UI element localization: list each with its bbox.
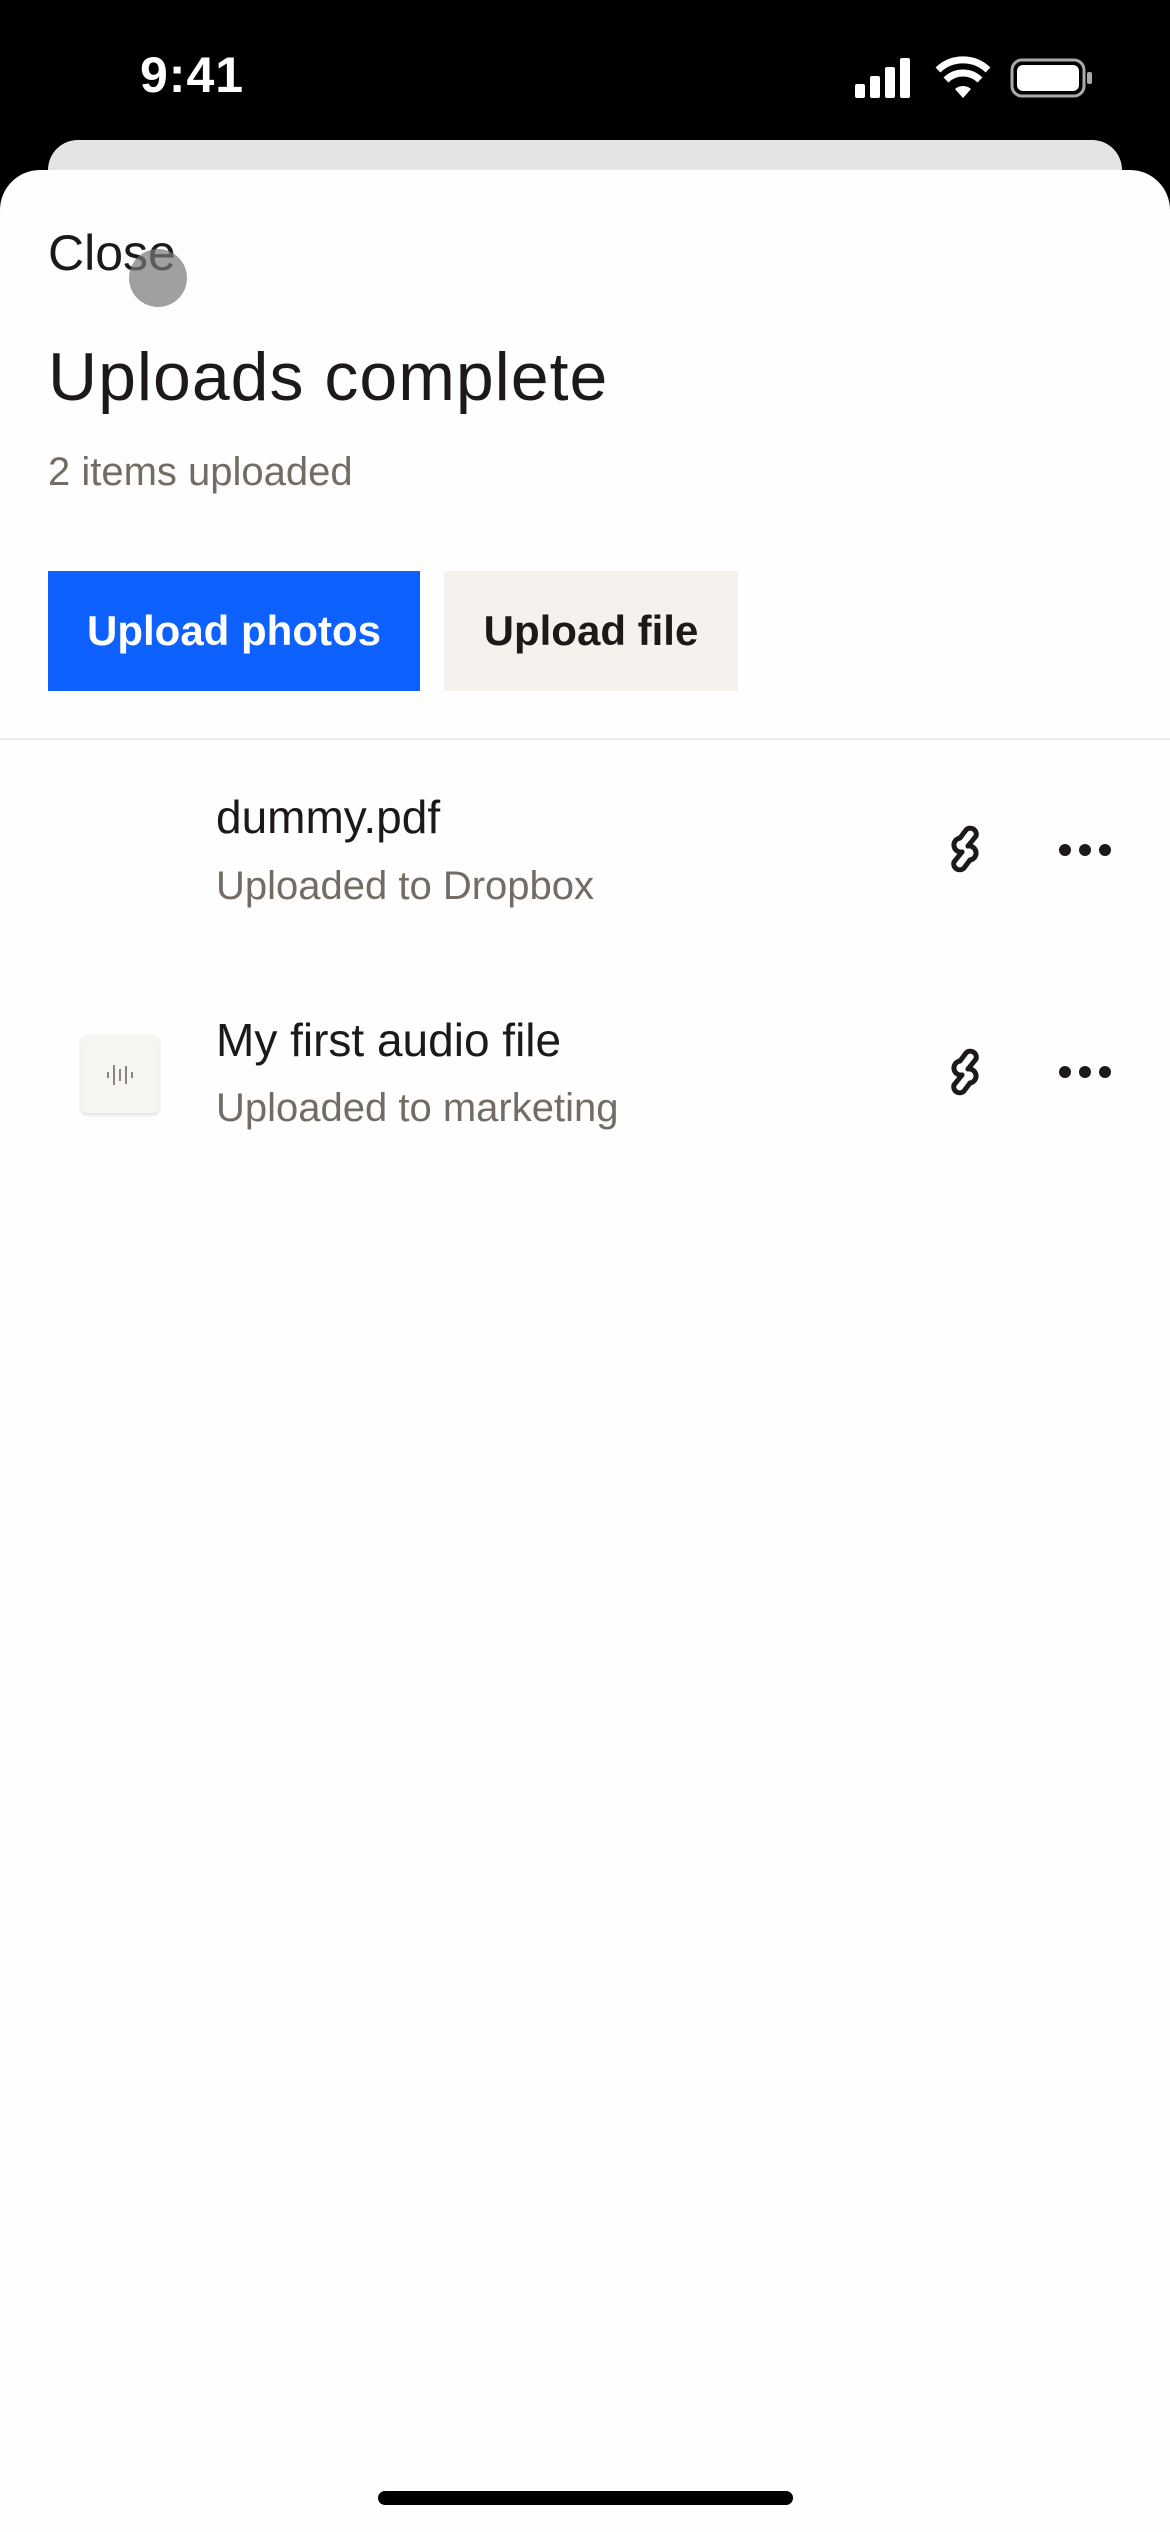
page-title: Uploads complete	[48, 339, 609, 415]
signal-icon	[855, 58, 910, 98]
link-icon[interactable]	[940, 824, 990, 874]
battery-icon	[1010, 58, 1092, 98]
home-indicator[interactable]	[378, 2491, 793, 2505]
divider	[0, 738, 1170, 740]
upload-photos-button[interactable]: Upload photos	[48, 571, 420, 691]
file-location: Uploaded to Dropbox	[216, 864, 595, 908]
list-item[interactable]: My first audio file Uploaded to marketin…	[0, 980, 1170, 1180]
touch-indicator	[129, 249, 187, 307]
link-icon[interactable]	[940, 1047, 990, 1097]
uploads-sheet	[0, 170, 1170, 2532]
status-bar: 9:41	[0, 0, 1170, 140]
list-item[interactable]: dummy.pdf Uploaded to Dropbox	[0, 760, 1170, 960]
file-name: dummy.pdf	[216, 791, 441, 843]
file-name: My first audio file	[216, 1014, 562, 1066]
file-location: Uploaded to marketing	[216, 1086, 619, 1130]
status-time: 9:41	[140, 47, 245, 103]
more-options-icon[interactable]	[1055, 835, 1115, 865]
more-options-icon[interactable]	[1055, 1057, 1115, 1087]
items-count: 2 items uploaded	[48, 450, 353, 494]
audio-waveform-icon	[81, 1035, 159, 1113]
upload-file-button[interactable]: Upload file	[444, 571, 738, 691]
wifi-icon	[935, 56, 991, 98]
